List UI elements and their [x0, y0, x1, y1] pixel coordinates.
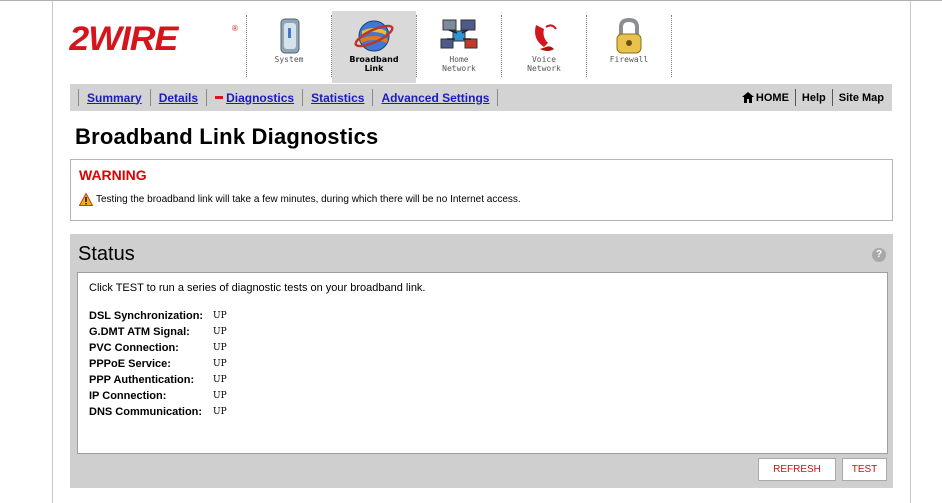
top-nav-system-label: System	[274, 55, 304, 64]
sub-nav-details[interactable]: Details	[159, 91, 198, 105]
status-label: DNS Communication:	[89, 406, 203, 418]
home-icon	[741, 92, 754, 103]
status-list: DSL Synchronization: UP G.DMT ATM Signal…	[89, 308, 227, 420]
sub-nav-divider	[149, 89, 151, 106]
status-row: PVC Connection: UP	[89, 340, 227, 356]
help-link[interactable]: Help	[802, 92, 826, 104]
top-nav-voice-network[interactable]: Voice Network	[502, 11, 586, 83]
logo-text: 2WIRE	[69, 20, 178, 58]
status-row: IP Connection: UP	[89, 388, 227, 404]
top-nav-separator	[671, 15, 672, 77]
top-nav-firewall[interactable]: Firewall	[587, 11, 671, 83]
sub-nav-diagnostics[interactable]: Diagnostics	[226, 91, 294, 105]
page-title: Broadband Link Diagnostics	[75, 124, 379, 149]
status-row: PPP Authentication: UP	[89, 372, 227, 388]
warning-title: WARNING	[79, 167, 147, 183]
top-navigation: System Broadband Link Home Network Voice…	[246, 11, 672, 83]
status-value: UP	[213, 343, 227, 353]
status-row: PPPoE Service: UP	[89, 356, 227, 372]
system-icon	[280, 18, 300, 54]
refresh-button[interactable]: REFRESH	[758, 458, 836, 481]
sub-nav-divider	[372, 89, 374, 106]
status-label: DSL Synchronization:	[89, 310, 204, 322]
status-value: UP	[213, 311, 227, 321]
status-label: PVC Connection:	[89, 342, 179, 354]
sub-nav-divider	[497, 89, 499, 106]
status-value: UP	[213, 407, 227, 417]
status-label: PPPoE Service:	[89, 358, 171, 370]
top-rule	[0, 0, 942, 1]
home-link[interactable]: HOME	[756, 92, 789, 104]
active-page-marker	[215, 96, 224, 99]
status-panel: Status ? Click TEST to run a series of d…	[70, 234, 893, 488]
status-value: UP	[213, 327, 227, 337]
top-nav-system[interactable]: System	[247, 11, 331, 83]
sub-nav-advanced-settings[interactable]: Advanced Settings	[381, 91, 489, 105]
status-value: UP	[213, 375, 227, 385]
status-row: DSL Synchronization: UP	[89, 308, 227, 324]
warning-box: WARNING Testing the broadband link will …	[70, 159, 893, 221]
status-row: G.DMT ATM Signal: UP	[89, 324, 227, 340]
top-nav-firewall-label: Firewall	[609, 55, 649, 64]
site-map-link[interactable]: Site Map	[839, 92, 884, 104]
top-nav-broadband-link[interactable]: Broadband Link	[332, 11, 416, 83]
help-icon[interactable]: ?	[872, 248, 886, 262]
status-title: Status	[78, 243, 135, 265]
utility-links: HOME Help Site Map	[741, 84, 884, 111]
network-icon	[440, 19, 478, 49]
sub-navigation-bar: Summary Details Diagnostics Statistics A…	[70, 84, 892, 111]
warning-message: Testing the broadband link will take a f…	[96, 194, 521, 205]
top-nav-home-network-label: Home Network	[442, 55, 476, 73]
top-nav-voice-network-label: Voice Network	[527, 55, 561, 73]
logo-registered-mark: ®	[232, 24, 238, 33]
utility-divider	[794, 89, 796, 106]
warning-line: Testing the broadband link will take a f…	[79, 193, 521, 206]
top-nav-broadband-link-label: Broadband Link	[349, 55, 399, 73]
sub-nav-summary[interactable]: Summary	[87, 91, 142, 105]
status-value: UP	[213, 391, 227, 401]
globe-icon	[354, 20, 394, 52]
status-value: UP	[213, 359, 227, 369]
warning-triangle-icon	[79, 193, 93, 206]
status-label: IP Connection:	[89, 390, 167, 402]
sub-nav-divider	[78, 89, 79, 106]
status-label: G.DMT ATM Signal:	[89, 326, 190, 338]
test-button[interactable]: TEST	[842, 458, 887, 481]
status-content: Click TEST to run a series of diagnostic…	[77, 272, 888, 454]
status-intro: Click TEST to run a series of diagnostic…	[89, 282, 426, 294]
top-nav-home-network[interactable]: Home Network	[417, 11, 501, 83]
utility-divider	[831, 89, 833, 106]
frame-right-border	[910, 1, 911, 503]
status-label: PPP Authentication:	[89, 374, 195, 386]
sub-nav-divider	[302, 89, 304, 106]
sub-nav-divider	[206, 89, 208, 106]
2wire-logo: 2WIRE ®	[69, 20, 237, 58]
padlock-icon	[616, 17, 642, 54]
status-row: DNS Communication: UP	[89, 404, 227, 420]
sub-nav-statistics[interactable]: Statistics	[311, 91, 364, 105]
frame-left-border	[52, 1, 53, 503]
phone-icon	[535, 24, 557, 51]
